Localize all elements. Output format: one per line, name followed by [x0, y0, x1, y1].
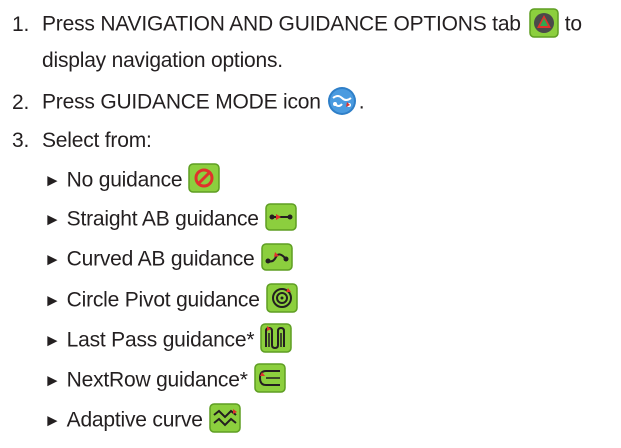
step-3: 3. Select from: [12, 128, 152, 154]
step-2: 2. Press GUIDANCE MODE icon . [12, 87, 365, 118]
instruction-page: { "steps": [ { "number": "1.", "text_bef… [0, 0, 621, 448]
bullet-arrow: ► [44, 410, 61, 430]
step-number: 3. [12, 129, 30, 152]
bullet-arrow: ► [44, 290, 61, 310]
step-text-after: to [564, 12, 582, 36]
step-1: 1. Press NAVIGATION AND GUIDANCE OPTIONS … [12, 8, 582, 40]
step-text: Press NAVIGATION AND GUIDANCE OPTIONS ta… [42, 12, 521, 36]
option-label: Curved AB guidance [66, 247, 255, 271]
option-label: Last Pass guidance* [66, 328, 255, 352]
step-text-after: . [358, 90, 365, 114]
option-curved-ab: ► Curved AB guidance [44, 243, 293, 274]
navigation-guidance-options-tab-icon [529, 8, 559, 38]
step-text: display navigation options. [42, 49, 283, 72]
adaptive-curve-icon [209, 403, 241, 433]
bullet-arrow: ► [44, 370, 61, 390]
last-pass-guidance-icon [260, 323, 293, 353]
step-number: 2. [12, 90, 30, 114]
step-1-continuation: display navigation options. [42, 48, 283, 74]
option-label: Circle Pivot guidance [66, 288, 260, 312]
circle-pivot-guidance-icon [265, 283, 298, 313]
curved-ab-guidance-icon [260, 243, 293, 271]
option-label: Straight AB guidance [66, 207, 259, 231]
bullet-arrow: ► [44, 209, 61, 229]
straight-ab-guidance-icon [265, 203, 297, 231]
option-label: NextRow guidance* [66, 368, 248, 392]
step-text: Select from: [42, 129, 152, 152]
option-no-guidance: ► No guidance [44, 163, 221, 196]
option-last-pass: ► Last Pass guidance* [44, 323, 293, 356]
step-text: Press GUIDANCE MODE icon [42, 90, 321, 114]
no-guidance-icon [188, 163, 221, 193]
bullet-arrow: ► [44, 249, 61, 269]
step-number: 1. [12, 12, 30, 36]
option-label: No guidance [66, 168, 183, 192]
option-straight-ab: ► Straight AB guidance [44, 203, 297, 234]
option-nextrow: ► NextRow guidance* [44, 363, 286, 396]
bullet-arrow: ► [44, 170, 61, 190]
option-circle-pivot: ► Circle Pivot guidance [44, 283, 298, 316]
guidance-mode-icon [327, 87, 356, 115]
bullet-arrow: ► [44, 330, 61, 350]
option-adaptive-curve: ► Adaptive curve [44, 403, 241, 436]
option-label: Adaptive curve [66, 408, 203, 432]
nextrow-guidance-icon [253, 363, 286, 393]
